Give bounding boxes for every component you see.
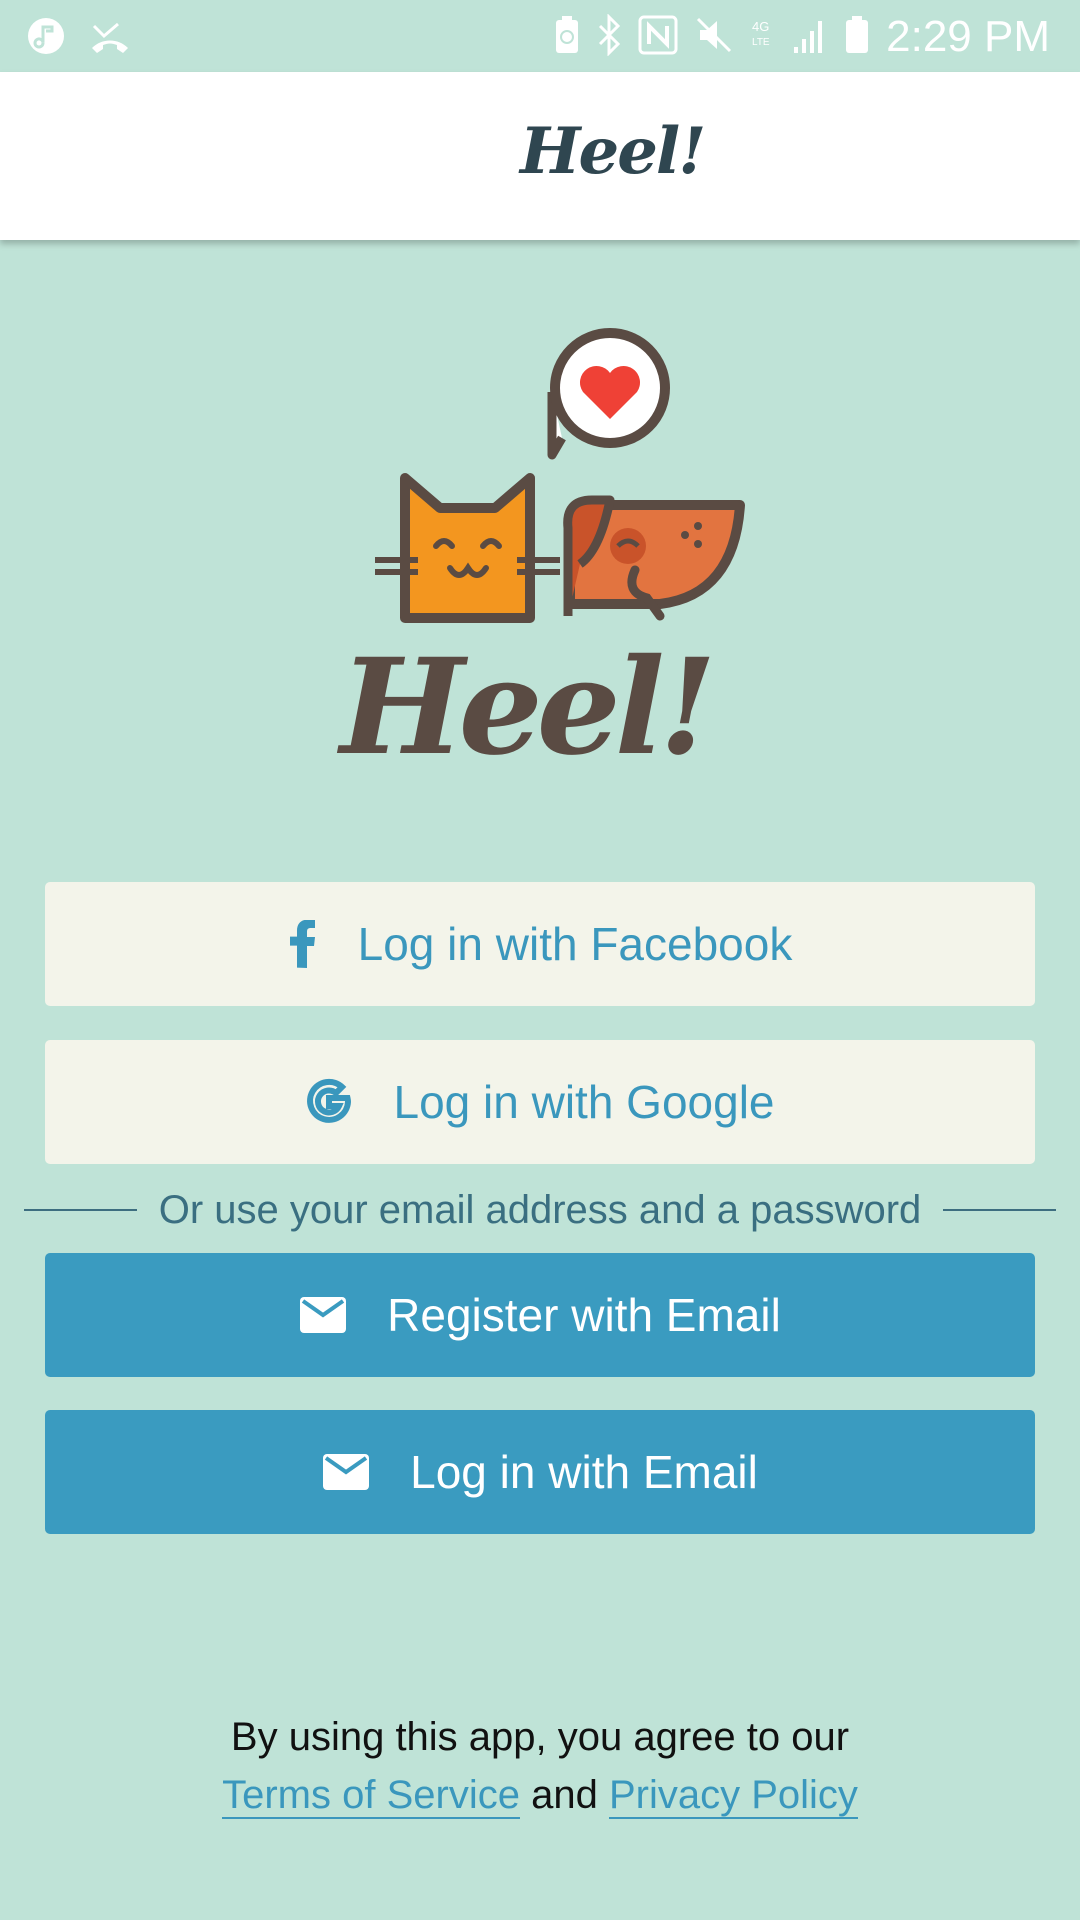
app-title: Heel!	[520, 114, 706, 189]
google-login-button[interactable]: Log in with Google	[45, 1040, 1035, 1164]
missed-call-icon	[88, 16, 132, 61]
legal-and: and	[531, 1773, 598, 1817]
cat-dog-illustration	[375, 328, 745, 623]
register-email-button[interactable]: Register with Email	[45, 1253, 1035, 1377]
battery-saver-icon	[554, 15, 580, 60]
email-divider: Or use your email address and a password	[24, 1185, 1057, 1235]
google-login-label: Log in with Google	[393, 1076, 775, 1128]
svg-text:4G: 4G	[752, 19, 769, 34]
logo-wordmark: Heel!	[340, 630, 717, 785]
divider-line-right	[943, 1209, 1057, 1211]
mail-icon	[299, 1296, 347, 1334]
bluetooth-icon	[596, 12, 622, 61]
signal-icon	[792, 15, 828, 60]
legal-line: By using this app, you agree to our	[230, 1715, 850, 1759]
status-time: 2:29 PM	[886, 12, 1050, 61]
mute-icon	[694, 15, 734, 60]
legal-notice: By using this app, you agree to our Term…	[0, 1708, 1080, 1824]
login-email-label: Log in with Email	[410, 1446, 758, 1498]
register-email-label: Register with Email	[387, 1289, 781, 1341]
google-icon	[305, 1078, 353, 1126]
divider-line-left	[24, 1209, 137, 1211]
login-email-button[interactable]: Log in with Email	[45, 1410, 1035, 1534]
status-bar: 4G LTE 2:29 PM	[0, 0, 1080, 72]
brand-logo: Heel!	[330, 320, 750, 790]
legal-links: Terms of Service and Privacy Policy	[0, 1766, 1080, 1824]
battery-icon	[844, 15, 870, 60]
facebook-login-label: Log in with Facebook	[357, 918, 793, 970]
music-icon	[26, 16, 66, 61]
heart-bubble-icon	[547, 328, 670, 460]
facebook-login-button[interactable]: Log in with Facebook	[45, 882, 1035, 1006]
lte-icon: 4G LTE	[750, 15, 776, 60]
divider-text: Or use your email address and a password	[158, 1187, 922, 1232]
facebook-icon	[288, 920, 318, 968]
cat-icon	[375, 473, 560, 623]
nfc-icon	[638, 15, 678, 60]
terms-of-service-link[interactable]: Terms of Service	[222, 1773, 520, 1819]
privacy-policy-link[interactable]: Privacy Policy	[608, 1773, 858, 1819]
dog-icon	[563, 495, 745, 621]
mail-icon	[322, 1453, 370, 1491]
svg-text:LTE: LTE	[752, 37, 770, 48]
app-bar: Heel!	[0, 72, 1080, 240]
